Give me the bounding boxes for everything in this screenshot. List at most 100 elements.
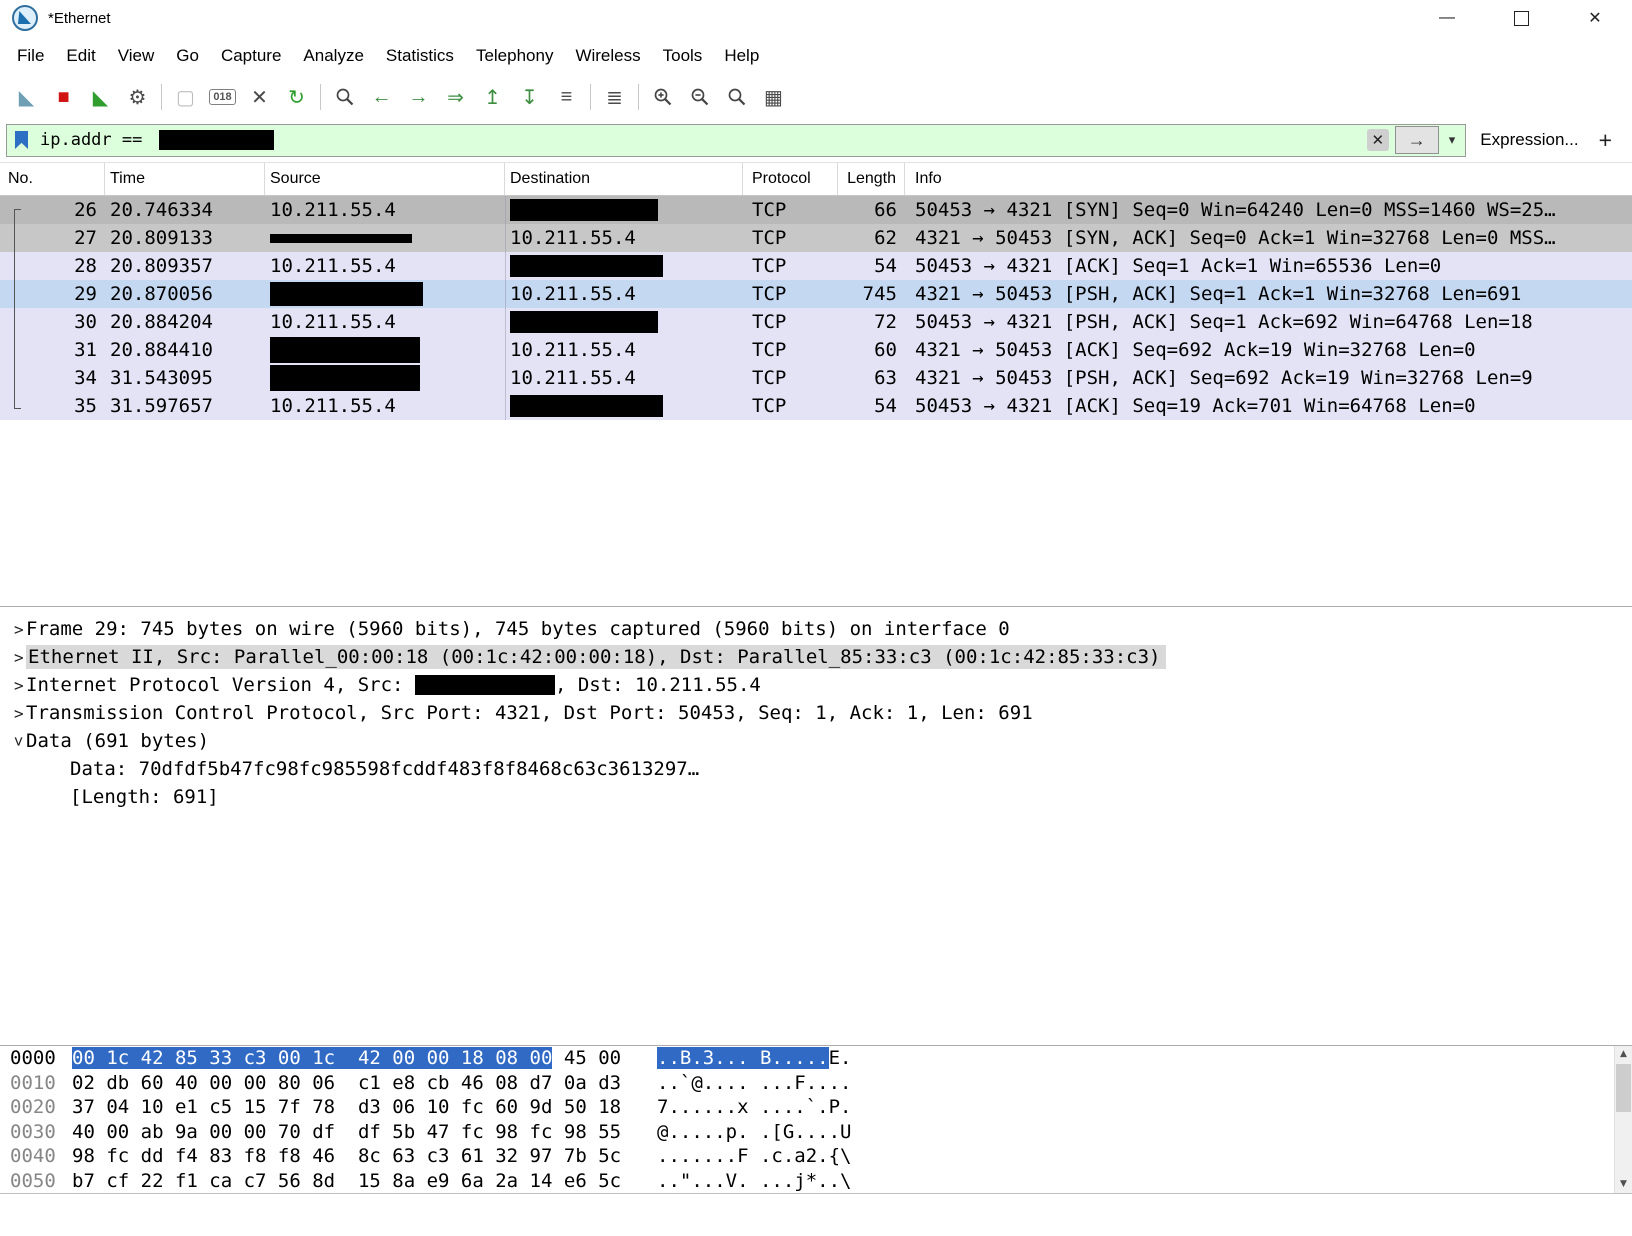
hex-row[interactable]: 0020 37 04 10 e1 c5 15 7f 78 d3 06 10 fc… bbox=[0, 1095, 1632, 1120]
minimize-button[interactable]: — bbox=[1410, 0, 1484, 36]
menu-help[interactable]: Help bbox=[713, 41, 770, 71]
menu-view[interactable]: View bbox=[107, 41, 166, 71]
detail-data-length[interactable]: [Length: 691] bbox=[0, 783, 1632, 811]
title-bar: *Ethernet — ✕ bbox=[0, 0, 1632, 36]
packet-row[interactable]: 27 20.809133 10.211.55.4 TCP 62 4321 → 5… bbox=[0, 224, 1632, 252]
packet-row[interactable]: 35 31.597657 10.211.55.4 TCP 54 50453 → … bbox=[0, 392, 1632, 420]
zoom-out-icon[interactable] bbox=[681, 81, 718, 113]
bookmark-icon[interactable] bbox=[15, 131, 28, 149]
hex-bytes: b7 cf 22 f1 ca c7 56 8d 15 8a e9 6a 2a 1… bbox=[72, 1169, 622, 1192]
stop-capture-icon[interactable]: ■ bbox=[45, 81, 82, 113]
detail-ethernet[interactable]: > Ethernet II, Src: Parallel_00:00:18 (0… bbox=[0, 643, 1632, 671]
expander-open-icon[interactable]: > bbox=[0, 732, 28, 751]
packet-details-pane: > Frame 29: 745 bytes on wire (5960 bits… bbox=[0, 613, 1632, 1045]
header-length[interactable]: Length bbox=[838, 163, 905, 195]
packet-row[interactable]: 26 20.746334 10.211.55.4 TCP 66 50453 → … bbox=[0, 196, 1632, 224]
detail-ip[interactable]: > Internet Protocol Version 4, Src: , Ds… bbox=[0, 671, 1632, 699]
close-button[interactable]: ✕ bbox=[1558, 0, 1632, 36]
go-last-packet-icon[interactable]: ↧ bbox=[511, 81, 548, 113]
header-no[interactable]: No. bbox=[0, 163, 105, 195]
col-protocol: TCP bbox=[752, 339, 787, 361]
packet-row[interactable]: 31 20.884410 10.211.55.4 TCP 60 4321 → 5… bbox=[0, 336, 1632, 364]
toolbar-separator bbox=[590, 84, 591, 110]
col-source bbox=[265, 227, 505, 249]
scrollbar-thumb[interactable] bbox=[1616, 1064, 1631, 1112]
add-filter-button[interactable]: + bbox=[1593, 127, 1624, 154]
close-file-icon[interactable]: ✕ bbox=[241, 81, 278, 113]
maximize-button[interactable] bbox=[1484, 0, 1558, 36]
expander-icon[interactable]: > bbox=[0, 620, 26, 639]
menu-tools[interactable]: Tools bbox=[652, 41, 714, 71]
wireshark-logo-icon bbox=[12, 5, 38, 31]
col-no: 31 bbox=[74, 339, 97, 361]
hex-bytes: 02 db 60 40 00 00 80 06 c1 e8 cb 46 08 d… bbox=[72, 1071, 622, 1094]
restart-capture-icon[interactable]: ◣ bbox=[82, 81, 119, 113]
menu-file[interactable]: File bbox=[6, 41, 55, 71]
filter-dropdown-icon[interactable]: ▾ bbox=[1445, 132, 1460, 148]
packet-row[interactable]: 30 20.884204 10.211.55.4 TCP 72 50453 → … bbox=[0, 308, 1632, 336]
header-destination[interactable]: Destination bbox=[505, 163, 743, 195]
filter-clear-icon[interactable]: ✕ bbox=[1366, 129, 1389, 151]
redacted-destination bbox=[510, 395, 663, 418]
packet-row[interactable]: 34 31.543095 10.211.55.4 TCP 63 4321 → 5… bbox=[0, 364, 1632, 392]
hex-offset: 0040 bbox=[10, 1145, 56, 1167]
header-info[interactable]: Info bbox=[905, 163, 1632, 195]
resize-columns-icon[interactable]: ▦ bbox=[755, 81, 792, 113]
zoom-in-icon[interactable] bbox=[644, 81, 681, 113]
menu-statistics[interactable]: Statistics bbox=[375, 41, 465, 71]
menu-edit[interactable]: Edit bbox=[55, 41, 106, 71]
go-first-packet-icon[interactable]: ↥ bbox=[474, 81, 511, 113]
menu-wireless[interactable]: Wireless bbox=[564, 41, 651, 71]
colorize-icon[interactable]: ≣ bbox=[596, 81, 633, 113]
packet-row[interactable]: 28 20.809357 10.211.55.4 TCP 54 50453 → … bbox=[0, 252, 1632, 280]
menu-telephony[interactable]: Telephony bbox=[465, 41, 565, 71]
packet-row-selected[interactable]: 29 20.870056 10.211.55.4 TCP 745 4321 → … bbox=[0, 280, 1632, 308]
filter-input[interactable]: ip.addr == ✕ → ▾ bbox=[6, 123, 1467, 157]
detail-frame[interactable]: > Frame 29: 745 bytes on wire (5960 bits… bbox=[0, 615, 1632, 643]
col-time: 20.746334 bbox=[110, 199, 213, 221]
save-file-icon[interactable]: 018 bbox=[204, 81, 241, 113]
start-capture-icon[interactable]: ◣ bbox=[8, 81, 45, 113]
header-source[interactable]: Source bbox=[265, 163, 505, 195]
hex-row[interactable]: 0040 98 fc dd f4 83 f8 f8 46 8c 63 c3 61… bbox=[0, 1144, 1632, 1169]
auto-scroll-icon[interactable]: ≡ bbox=[548, 81, 585, 113]
hex-row[interactable]: 0050 b7 cf 22 f1 ca c7 56 8d 15 8a e9 6a… bbox=[0, 1169, 1632, 1194]
hex-row[interactable]: 0010 02 db 60 40 00 00 80 06 c1 e8 cb 46… bbox=[0, 1071, 1632, 1096]
header-time[interactable]: Time bbox=[105, 163, 265, 195]
menu-go[interactable]: Go bbox=[165, 41, 210, 71]
detail-data-value[interactable]: Data: 70dfdf5b47fc98fc985598fcddf483f8f8… bbox=[0, 755, 1632, 783]
go-to-packet-icon[interactable]: ⇒ bbox=[437, 81, 474, 113]
open-file-icon[interactable]: ▢ bbox=[167, 81, 204, 113]
scroll-down-icon[interactable]: ▼ bbox=[1615, 1176, 1632, 1193]
expander-icon[interactable]: > bbox=[0, 648, 26, 667]
col-time: 31.543095 bbox=[110, 367, 213, 389]
hex-row[interactable]: 0030 40 00 ab 9a 00 00 70 df df 5b 47 fc… bbox=[0, 1120, 1632, 1145]
find-packet-icon[interactable] bbox=[326, 81, 363, 113]
expression-button[interactable]: Expression... bbox=[1476, 130, 1582, 150]
hex-ascii: 7......x ....`.P. bbox=[657, 1096, 852, 1118]
detail-data[interactable]: > Data (691 bytes) bbox=[0, 727, 1632, 755]
capture-options-icon[interactable]: ⚙ bbox=[119, 81, 156, 113]
expander-icon[interactable]: > bbox=[0, 676, 26, 695]
col-protocol: TCP bbox=[752, 283, 787, 305]
scroll-up-icon[interactable]: ▲ bbox=[1615, 1046, 1632, 1063]
zoom-reset-icon[interactable] bbox=[718, 81, 755, 113]
go-back-icon[interactable]: ← bbox=[363, 81, 400, 113]
go-forward-icon[interactable]: → bbox=[400, 81, 437, 113]
detail-tcp[interactable]: > Transmission Control Protocol, Src Por… bbox=[0, 699, 1632, 727]
pane-splitter[interactable] bbox=[0, 606, 1632, 613]
toolbar-separator bbox=[638, 84, 639, 110]
filter-apply-icon[interactable]: → bbox=[1394, 126, 1439, 154]
expander-icon[interactable]: > bbox=[0, 704, 26, 723]
col-info: 50453 → 4321 [PSH, ACK] Seq=1 Ack=692 Wi… bbox=[915, 311, 1533, 333]
hex-row[interactable]: 0000 00 1c 42 85 33 c3 00 1c 42 00 00 18… bbox=[0, 1046, 1632, 1071]
menu-analyze[interactable]: Analyze bbox=[292, 41, 374, 71]
redacted-source bbox=[270, 282, 423, 306]
reload-icon[interactable]: ↻ bbox=[278, 81, 315, 113]
col-source: 10.211.55.4 bbox=[270, 311, 396, 333]
hex-scrollbar[interactable]: ▲ ▼ bbox=[1614, 1046, 1632, 1193]
header-protocol[interactable]: Protocol bbox=[743, 163, 838, 195]
menu-capture[interactable]: Capture bbox=[210, 41, 292, 71]
hex-offset: 0030 bbox=[10, 1120, 56, 1143]
hex-ascii: ..B.3... B.....E. bbox=[657, 1047, 852, 1069]
